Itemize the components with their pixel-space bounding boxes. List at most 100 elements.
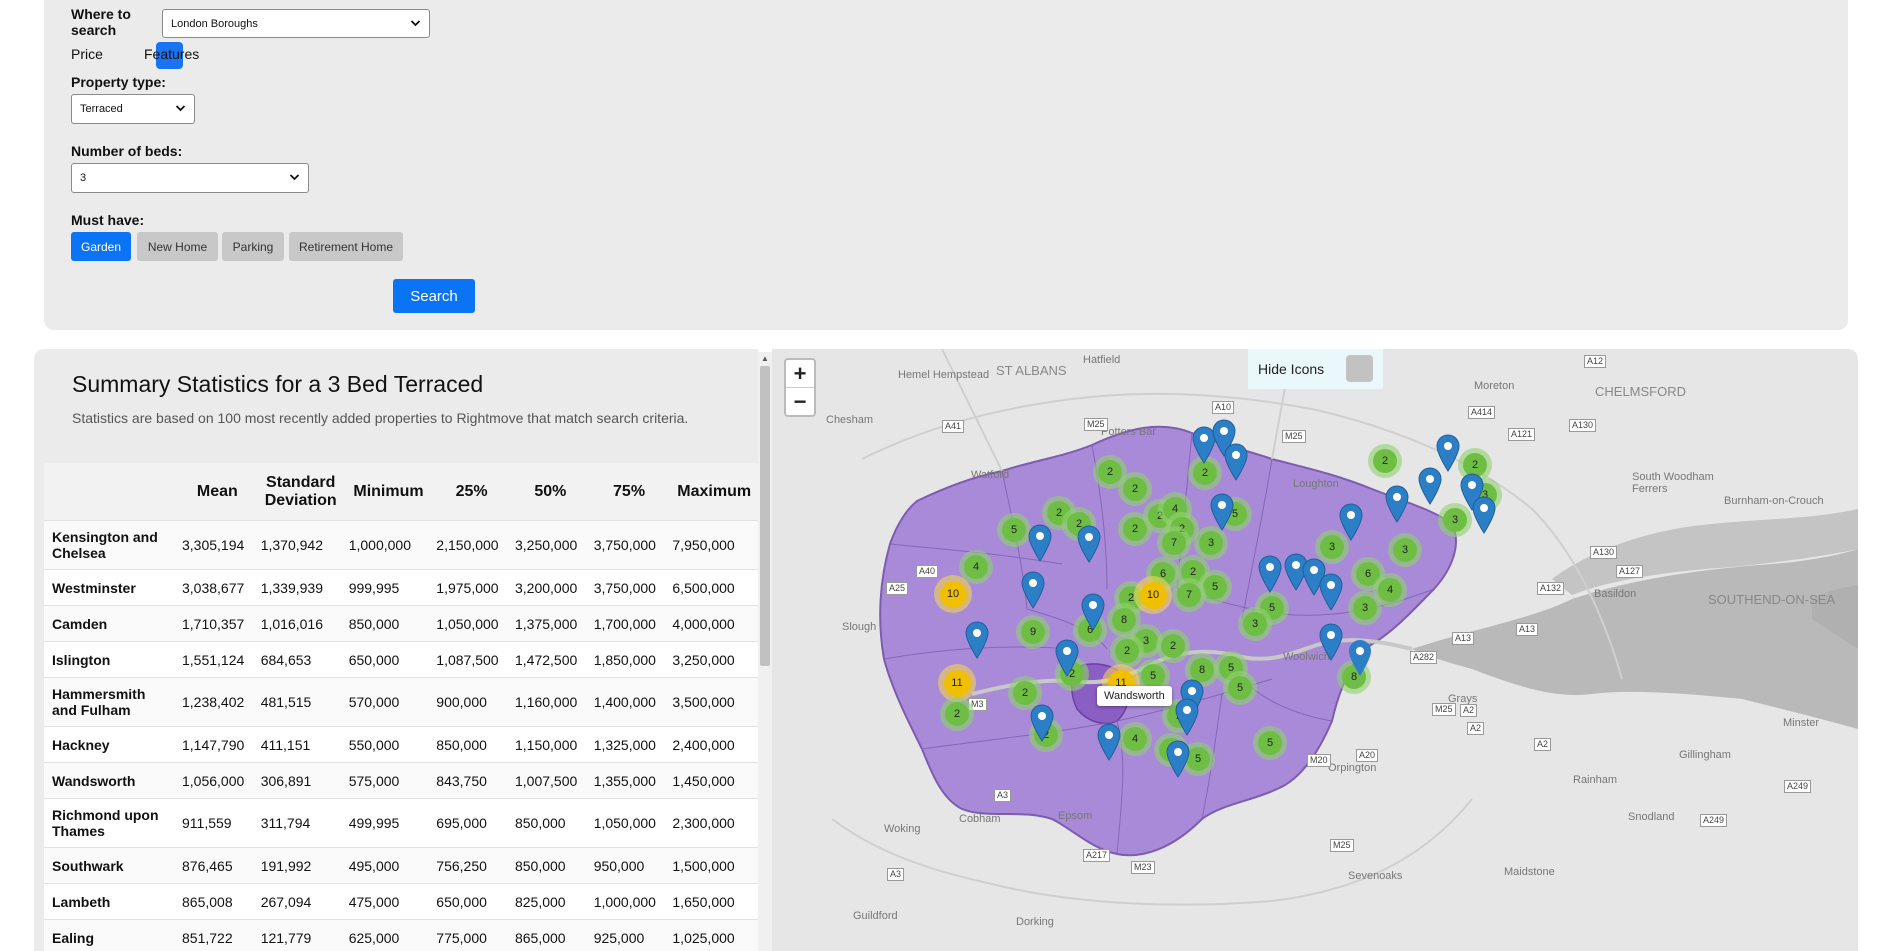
must-have-new-home-button[interactable]: New Home [137, 232, 218, 261]
chevron-down-icon [410, 17, 421, 29]
map-cluster[interactable]: 10 [934, 575, 972, 613]
map-marker-icon[interactable] [1077, 525, 1101, 563]
borough-name-cell: Westminster [44, 569, 178, 606]
map-cluster[interactable]: 2 [940, 697, 974, 731]
stat-cell-p50: 1,150,000 [510, 726, 590, 763]
place-label: Watford [971, 469, 1010, 481]
map-marker-icon[interactable] [1081, 593, 1105, 631]
zoom-out-button[interactable]: − [786, 388, 814, 415]
map-marker-icon[interactable] [1097, 723, 1121, 761]
stat-cell-p75: 3,750,000 [589, 569, 669, 606]
map-marker-icon[interactable] [1472, 496, 1496, 534]
road-shield: A127 [1616, 565, 1644, 578]
map-marker-icon[interactable] [1418, 467, 1442, 505]
table-row: Wandsworth 1,056,000 306,891 575,000 843,750… [44, 762, 758, 799]
place-label: CHELMSFORD [1595, 384, 1687, 399]
stat-cell-p75: 950,000 [589, 847, 669, 884]
hide-icons-toggle[interactable] [1346, 355, 1373, 382]
road-shield: M25 [1330, 839, 1354, 852]
map-cluster[interactable]: 2 [1368, 444, 1402, 478]
map-marker-icon[interactable] [1224, 443, 1248, 481]
map-cluster[interactable]: 3 [1348, 591, 1382, 625]
map-cluster[interactable]: 5 [997, 513, 1031, 547]
road-shield: A12 [1584, 355, 1607, 368]
must-have-retirement-home-button[interactable]: Retirement Home [289, 232, 403, 261]
table-row: Kensington and Chelsea 3,305,194 1,370,942… [44, 520, 758, 570]
chevron-down-icon [289, 171, 300, 183]
map[interactable]: Hemel Hempstead ST ALBANS Hatfield CHELM… [772, 349, 1858, 951]
stat-cell-min: 999,995 [344, 569, 433, 606]
map-marker-icon[interactable] [1339, 503, 1363, 541]
road-shield: M20 [1307, 754, 1331, 767]
map-cluster[interactable]: 5 [1253, 726, 1287, 760]
column-header: 50% [510, 463, 590, 521]
borough-name-cell: Hammersmith and Fulham [44, 677, 178, 727]
stats-scrollbar[interactable]: ▲ [758, 352, 772, 951]
map-cluster[interactable]: 4 [1118, 722, 1152, 756]
hide-icons-control: Hide Icons [1248, 349, 1383, 389]
place-label: Burnham-on-Crouch [1724, 495, 1824, 507]
place-label: ST ALBANS [996, 363, 1067, 378]
stat-cell-std: 684,653 [256, 641, 345, 678]
must-have-garden-button[interactable]: Garden [71, 232, 131, 261]
scroll-up-arrow-icon[interactable]: ▲ [761, 354, 769, 363]
map-marker-icon[interactable] [1385, 485, 1409, 523]
map-cluster[interactable]: 3 [1388, 533, 1422, 567]
map-cluster[interactable]: 2 [1118, 472, 1152, 506]
map-cluster[interactable]: 5 [1223, 671, 1257, 705]
map-marker-icon[interactable] [1436, 434, 1460, 472]
map-cluster[interactable]: 3 [1194, 526, 1228, 560]
road-shield: A13 [1516, 623, 1539, 636]
map-marker-icon[interactable] [1258, 555, 1282, 593]
stat-cell-mean: 3,305,194 [178, 520, 257, 570]
road-shield: M25 [1282, 430, 1306, 443]
stat-cell-p25: 1,050,000 [432, 605, 511, 642]
table-row: Hammersmith and Fulham 1,238,402 481,515 57… [44, 677, 758, 727]
stat-cell-max: 2,400,000 [668, 726, 758, 763]
map-cluster[interactable]: 2 [1110, 634, 1144, 668]
road-shield: A2 [1534, 738, 1552, 751]
stats-table-container[interactable]: Mean Standard Deviation Minimum 25% 50% … [44, 463, 758, 951]
map-marker-icon[interactable] [1210, 493, 1234, 531]
stat-cell-max: 1,500,000 [668, 847, 758, 884]
table-row: Ealing 851,722 121,779 625,000 775,000 865,00… [44, 919, 758, 951]
map-cluster[interactable]: 10 [1134, 576, 1172, 614]
place-label: Chesham [826, 414, 874, 426]
map-cluster[interactable]: 9 [1016, 615, 1050, 649]
stat-cell-mean: 1,710,357 [178, 605, 257, 642]
stat-cell-p50: 3,200,000 [510, 569, 590, 606]
stat-cell-max: 1,650,000 [668, 883, 758, 920]
map-marker-icon[interactable] [1348, 639, 1372, 677]
map-marker-icon[interactable] [1166, 740, 1190, 778]
map-marker-icon[interactable] [1021, 571, 1045, 609]
scroll-thumb[interactable] [760, 366, 770, 666]
zoom-in-button[interactable]: + [786, 360, 814, 388]
road-shield: A10 [1212, 401, 1235, 414]
stat-cell-p75: 1,400,000 [589, 677, 669, 727]
map-marker-icon[interactable] [1028, 524, 1052, 562]
map-marker-icon[interactable] [965, 621, 989, 659]
road-shield: A414 [1468, 406, 1496, 419]
map-marker-icon[interactable] [1175, 698, 1199, 736]
road-shield: A130 [1569, 419, 1597, 432]
road-shield: A2 [1460, 704, 1478, 717]
stat-cell-max: 1,025,000 [668, 919, 758, 951]
search-button[interactable]: Search [393, 279, 475, 313]
place-label: Sevenoaks [1348, 870, 1403, 882]
map-marker-icon[interactable] [1030, 704, 1054, 742]
map-marker-icon[interactable] [1055, 639, 1079, 677]
map-cluster[interactable]: 3 [1238, 607, 1272, 641]
place-label: Snodland [1628, 811, 1675, 823]
map-marker-icon[interactable] [1319, 623, 1343, 661]
price-label: Price [71, 46, 103, 62]
map-cluster[interactable]: 2 [1156, 629, 1190, 663]
must-have-parking-button[interactable]: Parking [222, 232, 284, 261]
map-marker-icon[interactable] [1319, 573, 1343, 611]
beds-select[interactable]: 3 [71, 163, 309, 193]
map-cluster[interactable]: 7 [1157, 526, 1191, 560]
stat-cell-mean: 1,147,790 [178, 726, 257, 763]
property-type-select[interactable]: Terraced [71, 94, 195, 124]
table-row: Lambeth 865,008 267,094 475,000 650,000 825,0… [44, 883, 758, 920]
where-to-search-select[interactable]: London Boroughs [162, 9, 430, 38]
summary-statistics-panel: Summary Statistics for a 3 Bed Terraced … [34, 349, 758, 951]
